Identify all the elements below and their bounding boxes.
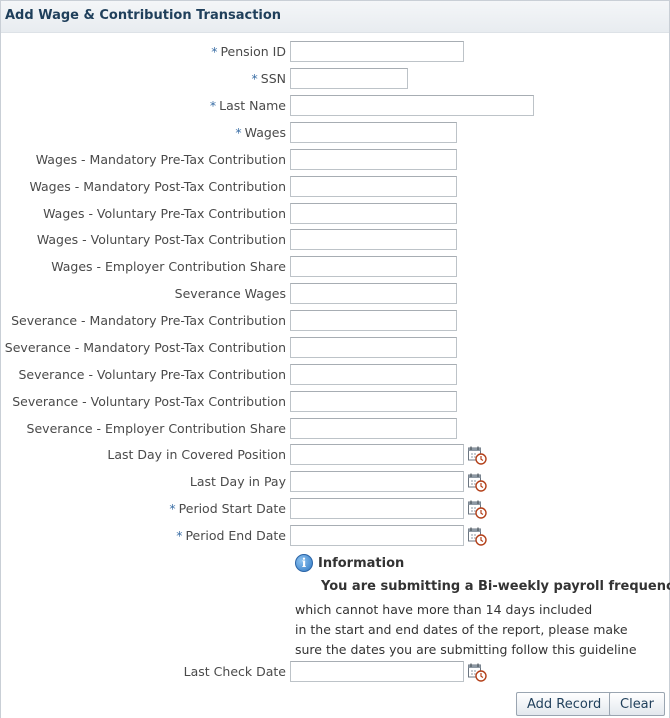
row-severance-voluntary-post-tax: Severance - Voluntary Post-Tax Contribut… [1, 391, 670, 413]
ssn-input[interactable] [290, 68, 408, 89]
row-severance-employer-share: Severance - Employer Contribution Share [1, 418, 670, 440]
row-ssn: * SSN [1, 68, 670, 90]
page-title: Add Wage & Contribution Transaction [5, 8, 282, 23]
row-wages-mandatory-post-tax: Wages - Mandatory Post-Tax Contribution [1, 176, 670, 198]
row-period-start: * Period Start Date [1, 498, 670, 520]
wage-contribution-panel: Add Wage & Contribution Transaction * Pen… [0, 0, 670, 718]
panel-header: Add Wage & Contribution Transaction [1, 0, 669, 33]
severance-mandatory-post-tax-input[interactable] [290, 337, 457, 358]
row-wages: * Wages [1, 122, 670, 144]
severance-wages-input[interactable] [290, 283, 457, 304]
information-headline: You are submitting a Bi-weekly payroll f… [321, 579, 670, 594]
wages-mandatory-post-tax-input[interactable] [290, 176, 457, 197]
period-start-label: * Period Start Date [169, 501, 286, 516]
row-severance-mandatory-pre-tax: Severance - Mandatory Pre-Tax Contributi… [1, 310, 670, 332]
information-line: sure the dates you are submitting follow… [295, 642, 637, 657]
row-last-day-covered: Last Day in Covered Position [1, 444, 670, 466]
row-period-end: * Period End Date [1, 525, 670, 547]
last-day-covered-input[interactable] [290, 444, 464, 465]
severance-mandatory-post-tax-label: Severance - Mandatory Post-Tax Contribut… [4, 340, 286, 355]
last-day-in-pay-input[interactable] [290, 471, 464, 492]
period-start-input[interactable] [290, 498, 464, 519]
pension-id-input[interactable] [290, 41, 464, 62]
calendar-clock-icon[interactable] [467, 499, 487, 519]
information-message: i Information [295, 552, 667, 574]
wages-mandatory-pre-tax-input[interactable] [290, 149, 457, 170]
required-marker: * [251, 71, 258, 86]
severance-voluntary-pre-tax-input[interactable] [290, 364, 457, 385]
pension-id-label: * Pension ID [211, 44, 286, 59]
row-wages-voluntary-pre-tax: Wages - Voluntary Pre-Tax Contribution [1, 203, 670, 225]
severance-employer-share-label: Severance - Employer Contribution Share [26, 421, 286, 436]
wages-voluntary-post-tax-input[interactable] [290, 229, 457, 250]
wages-employer-share-input[interactable] [290, 256, 457, 277]
severance-voluntary-post-tax-label: Severance - Voluntary Post-Tax Contribut… [12, 394, 286, 409]
last-name-input[interactable] [290, 95, 534, 116]
last-day-in-pay-label: Last Day in Pay [189, 474, 286, 489]
required-marker: * [176, 528, 183, 543]
severance-mandatory-pre-tax-label: Severance - Mandatory Pre-Tax Contributi… [11, 313, 286, 328]
period-end-input[interactable] [290, 525, 464, 546]
calendar-clock-icon[interactable] [467, 472, 487, 492]
last-day-covered-label: Last Day in Covered Position [107, 447, 286, 462]
row-severance-wages: Severance Wages [1, 283, 670, 305]
last-name-label: * Last Name [209, 98, 286, 113]
wages-voluntary-post-tax-label: Wages - Voluntary Post-Tax Contribution [36, 232, 286, 247]
severance-mandatory-pre-tax-input[interactable] [290, 310, 457, 331]
calendar-clock-icon[interactable] [467, 526, 487, 546]
severance-voluntary-pre-tax-label: Severance - Voluntary Pre-Tax Contributi… [18, 367, 286, 382]
wages-voluntary-pre-tax-input[interactable] [290, 203, 457, 224]
last-check-date-input[interactable] [290, 661, 464, 682]
row-last-name: * Last Name [1, 95, 670, 117]
row-last-day-in-pay: Last Day in Pay [1, 471, 670, 493]
row-severance-mandatory-post-tax: Severance - Mandatory Post-Tax Contribut… [1, 337, 670, 359]
calendar-clock-icon[interactable] [467, 445, 487, 465]
wages-input[interactable] [290, 122, 457, 143]
row-wages-mandatory-pre-tax: Wages - Mandatory Pre-Tax Contribution [1, 149, 670, 171]
severance-wages-label: Severance Wages [174, 286, 286, 301]
add-record-button[interactable]: Add Record [516, 692, 613, 716]
information-line: which cannot have more than 14 days incl… [295, 602, 593, 617]
row-pension-id: * Pension ID [1, 41, 670, 63]
calendar-clock-icon[interactable] [467, 662, 487, 682]
required-marker: * [209, 98, 217, 113]
information-line: in the start and end dates of the report… [295, 622, 628, 637]
row-wages-voluntary-post-tax: Wages - Voluntary Post-Tax Contribution [1, 229, 670, 251]
wages-mandatory-post-tax-label: Wages - Mandatory Post-Tax Contribution [29, 179, 286, 194]
wages-mandatory-pre-tax-label: Wages - Mandatory Pre-Tax Contribution [35, 152, 286, 167]
info-icon: i [295, 554, 313, 572]
ssn-label: * SSN [251, 71, 286, 86]
required-marker: * [235, 125, 242, 140]
row-last-check-date: Last Check Date [1, 661, 670, 683]
wages-employer-share-label: Wages - Employer Contribution Share [51, 259, 286, 274]
row-severance-voluntary-pre-tax: Severance - Voluntary Pre-Tax Contributi… [1, 364, 670, 386]
last-check-date-label: Last Check Date [183, 664, 286, 679]
wages-label: * Wages [235, 125, 286, 140]
severance-voluntary-post-tax-input[interactable] [290, 391, 457, 412]
information-title: Information [318, 555, 405, 571]
severance-employer-share-input[interactable] [290, 418, 457, 439]
required-marker: * [169, 501, 176, 516]
required-marker: * [211, 44, 218, 59]
row-wages-employer-share: Wages - Employer Contribution Share [1, 256, 670, 278]
wages-voluntary-pre-tax-label: Wages - Voluntary Pre-Tax Contribution [43, 206, 286, 221]
period-end-label: * Period End Date [176, 528, 286, 543]
clear-button[interactable]: Clear [609, 692, 665, 716]
